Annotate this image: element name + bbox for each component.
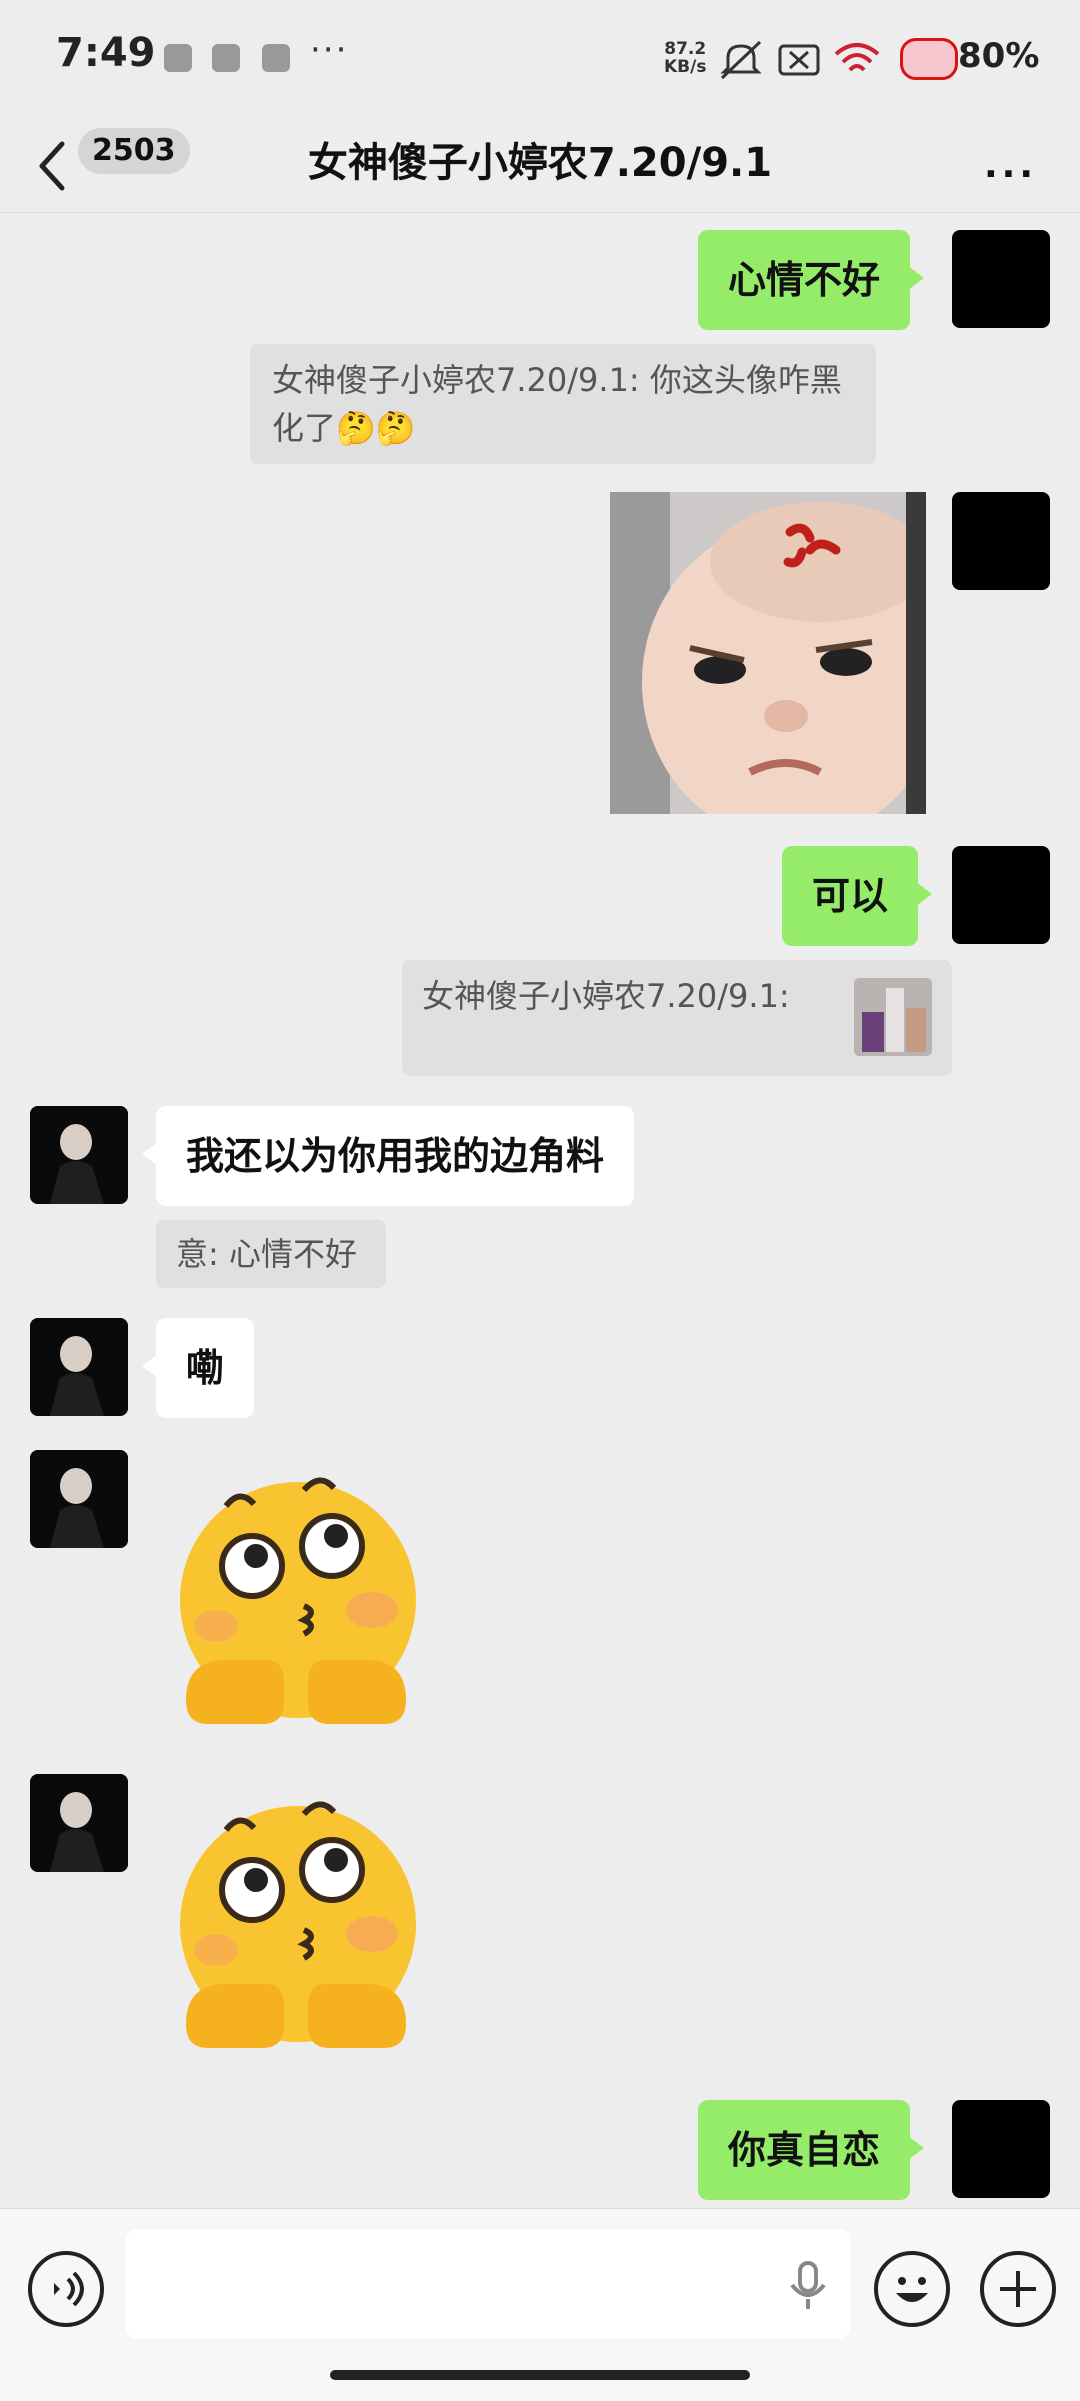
angry-baby-illustration [610, 492, 926, 814]
microphone-icon[interactable] [788, 2261, 828, 2311]
status-bar: 7:49 ··· 87.2 KB/s 80% [0, 0, 1080, 120]
wifi-icon [834, 43, 880, 72]
sticker-thinking-emoji[interactable] [156, 1450, 446, 1750]
home-indicator[interactable] [330, 2370, 750, 2380]
thinking-emoji-icon [180, 1477, 416, 1724]
chat-title: 女神傻子小婷农7.20/9.1 [307, 140, 773, 186]
no-sim-icon [778, 44, 820, 76]
network-speed-unit: KB/s [664, 57, 707, 77]
contact-avatar[interactable] [30, 1774, 128, 1872]
quoted-reply[interactable]: 意: 心情不好 [156, 1220, 386, 1288]
my-avatar[interactable] [952, 492, 1050, 590]
battery-icon [900, 38, 958, 80]
chat-header: 2503 女神傻子小婷农7.20/9.1 ··· [0, 120, 1080, 213]
quoted-reply-text: 女神傻子小婷农7.20/9.1: [422, 977, 790, 1015]
quoted-image-thumbnail[interactable] [854, 978, 932, 1056]
battery-percent: 80% [958, 36, 1040, 76]
network-speed-value: 87.2 [664, 39, 707, 59]
smiley-icon [896, 2277, 928, 2302]
voice-wave-icon [54, 2271, 84, 2307]
message-bubble-received[interactable]: 我还以为你用我的边角料 [141, 1106, 635, 1206]
drinks-photo-icon [854, 978, 932, 1056]
contact-avatar[interactable] [30, 1106, 128, 1204]
emoji-button[interactable] [874, 2251, 950, 2327]
my-avatar[interactable] [952, 846, 1050, 944]
clover-icon [212, 44, 240, 72]
more-options-icon[interactable]: ··· [984, 154, 1037, 195]
clock: 7:49 [56, 30, 156, 76]
contact-avatar-photo [30, 1106, 128, 1204]
contact-avatar[interactable] [30, 1318, 128, 1416]
message-bubble-sent[interactable]: 你真自恋 [698, 2100, 925, 2200]
weibo-icon [164, 44, 192, 72]
contact-avatar-photo [30, 1450, 128, 1548]
quoted-reply-with-image[interactable]: 女神傻子小婷农7.20/9.1: [402, 960, 952, 1076]
sticker-thinking-emoji[interactable] [156, 1774, 446, 2074]
network-speed: 87.2 KB/s [664, 40, 706, 76]
contact-avatar-photo [30, 1774, 128, 1872]
message-bubble-received[interactable]: 嘞 [141, 1318, 255, 1418]
message-bubble-sent[interactable]: 可以 [782, 846, 933, 946]
thinking-emoji-icon [180, 1801, 416, 2048]
add-attachment-button[interactable] [980, 2251, 1056, 2327]
message-bubble-sent[interactable]: 心情不好 [698, 230, 925, 330]
unread-count-badge[interactable]: 2503 [78, 128, 190, 174]
quoted-reply[interactable]: 女神傻子小婷农7.20/9.1: 你这头像咋黑化了🤔🤔 [250, 344, 876, 464]
my-avatar[interactable] [952, 2100, 1050, 2198]
contact-avatar-photo [30, 1318, 128, 1416]
arrow-app-icon [262, 44, 290, 72]
sticker-image-angry-baby[interactable] [610, 492, 926, 814]
more-notifications-icon: ··· [310, 30, 349, 70]
my-avatar[interactable] [952, 230, 1050, 328]
mute-icon [720, 40, 762, 80]
contact-avatar[interactable] [30, 1450, 128, 1548]
plus-icon [1000, 2271, 1036, 2307]
voice-toggle-button[interactable] [28, 2251, 104, 2327]
message-input[interactable] [126, 2229, 850, 2339]
